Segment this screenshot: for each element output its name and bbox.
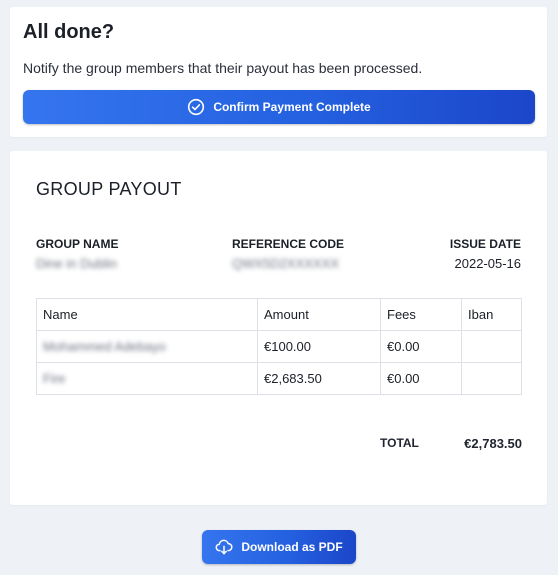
amount-cell: €100.00 (257, 330, 381, 363)
table-row: Mohammed Adebayo €100.00 €0.00 (36, 330, 522, 363)
amount-cell: €2,683.50 (257, 362, 381, 395)
payout-table: Name Amount Fees Iban Mohammed Adebayo €… (36, 298, 522, 395)
total-label: TOTAL (380, 436, 419, 450)
download-pdf-button-label: Download as PDF (241, 540, 343, 554)
member-name-cell: Mohammed Adebayo (36, 330, 258, 363)
fees-cell: €0.00 (380, 330, 462, 363)
column-header-iban: Iban (461, 298, 522, 331)
column-header-name: Name (36, 298, 258, 331)
table-row: Fire €2,683.50 €0.00 (36, 362, 522, 395)
column-header-amount: Amount (257, 298, 381, 331)
iban-cell (461, 362, 522, 395)
issue-date-label: ISSUE DATE (449, 237, 521, 251)
table-header-row: Name Amount Fees Iban (36, 298, 522, 331)
column-header-fees: Fees (380, 298, 462, 331)
member-name-cell: Fire (36, 362, 258, 395)
confirm-payment-button[interactable]: Confirm Payment Complete (23, 90, 535, 124)
group-payout-card: GROUP PAYOUT GROUP NAME Dine in Dublin R… (10, 151, 547, 505)
group-name-label: GROUP NAME (36, 237, 119, 251)
issue-date-value: 2022-05-16 (454, 256, 522, 271)
iban-cell (461, 330, 522, 363)
payout-title: GROUP PAYOUT (36, 179, 182, 199)
confirmation-description: Notify the group members that their payo… (23, 60, 423, 76)
download-pdf-button[interactable]: Download as PDF (202, 530, 356, 564)
group-name-value: Dine in Dublin (36, 256, 117, 271)
confirmation-card: All done? Notify the group members that … (10, 7, 547, 137)
fees-cell: €0.00 (380, 362, 462, 395)
cloud-download-icon (215, 538, 233, 556)
reference-code-value: QWX5D2XXXXXX (232, 256, 339, 271)
total-value: €2,783.50 (464, 436, 522, 451)
reference-code-label: REFERENCE CODE (232, 237, 345, 251)
check-circle-icon (187, 98, 205, 116)
confirmation-title: All done? (23, 21, 115, 43)
confirm-payment-button-label: Confirm Payment Complete (213, 100, 371, 114)
